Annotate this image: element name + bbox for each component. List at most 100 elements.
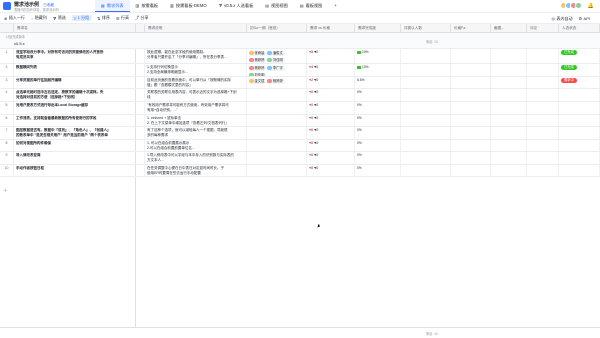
toolbar-button-0[interactable]: ⊕ 插入一行 — [4, 15, 25, 21]
table-row[interactable]: 9 导入修改表变库 1.导入修改表中可以字经与本中存入的识别数与实际表的 方文本人..… — [0, 152, 600, 165]
cell-progress[interactable]: 0% — [355, 89, 401, 101]
bell-icon[interactable]: 🔔 — [588, 3, 594, 9]
cell-empty[interactable] — [527, 77, 559, 88]
cell-progress[interactable]: 0% — [355, 102, 401, 114]
cell-progress[interactable]: 0% — [355, 152, 401, 164]
cell-people[interactable] — [247, 115, 307, 126]
cell-votes[interactable]: ♥4 ♥0 — [307, 64, 355, 76]
cell-status[interactable] — [559, 89, 600, 101]
cell-description[interactable]: 关联表的关联引用表内容，可表示近的文字为选择格+下划线 — [145, 89, 247, 101]
cell-votes[interactable]: ♥0 ♥0 — [307, 127, 355, 139]
cell-votes[interactable]: ♥0 ♥0 — [307, 89, 355, 101]
cell-progress[interactable]: 6.6% — [355, 77, 401, 88]
cell-name[interactable]: 工作流表。支持就查看最新数据的所有使用行的字段 — [14, 115, 145, 126]
cell-people[interactable]: 张雨晨 潘俊文 杨婷婷 刘佳明 — [247, 49, 307, 63]
cell-empty[interactable] — [401, 140, 451, 151]
cell-votes[interactable]: ♥5 ♥0 — [307, 49, 355, 63]
cell-empty[interactable] — [451, 140, 491, 151]
column-header-8[interactable]: 评论 — [527, 24, 559, 33]
cell-empty[interactable] — [451, 89, 491, 101]
cell-votes[interactable]: ♥0 ♥0 — [307, 165, 355, 176]
cell-empty[interactable] — [527, 102, 559, 114]
column-header-9[interactable]: 人选状态 — [559, 24, 600, 33]
cell-votes[interactable]: ♥0 ♥0 — [307, 140, 355, 151]
cell-empty[interactable] — [401, 152, 451, 164]
table-row[interactable]: 4 点选单元格时选中左右选定，按数字的编辑十次或样。失 对选择对目前的方便（选择格+… — [0, 89, 600, 102]
cell-empty[interactable] — [451, 49, 491, 63]
cell-progress[interactable]: 0% — [355, 115, 401, 126]
cell-empty[interactable] — [527, 89, 559, 101]
cell-progress[interactable]: 0% — [355, 140, 401, 151]
cell-empty[interactable] — [451, 115, 491, 126]
cell-empty[interactable] — [401, 115, 451, 126]
cell-status[interactable] — [559, 102, 600, 114]
column-header-0[interactable]: 需求名 — [14, 24, 145, 33]
add-row-button[interactable]: + — [4, 188, 7, 194]
cell-description[interactable]: 1. ctrl/cmd + 鼠标单击 2. 在上下文菜单中增加选项『查看左列/文档… — [145, 115, 247, 126]
cell-empty[interactable] — [527, 165, 559, 176]
person-tag[interactable]: 刘佳明 — [249, 72, 267, 76]
cell-status[interactable] — [559, 127, 600, 139]
person-tag[interactable]: 李广宇 — [267, 65, 285, 71]
toolbar-button-4[interactable]: ⇅ 排序 — [97, 15, 110, 21]
cell-people[interactable] — [247, 89, 307, 101]
cell-votes[interactable]: ♥0 ♥0 — [307, 115, 355, 126]
cell-empty[interactable] — [401, 89, 451, 101]
cell-empty[interactable] — [491, 77, 527, 88]
cell-people[interactable]: 杨婷婷 李广宇 刘佳明 — [247, 64, 307, 76]
toolbar-button-6[interactable]: ⤴ 分享 — [135, 15, 149, 21]
cell-description[interactable]: 1.导入修改表中可以字经与本中存入的识别数与实际表的 方文本人... — [145, 152, 247, 164]
cell-name[interactable]: 图层数据是否有。数据中『成员』、『角色人』、『创建人』 的数表单中 "是发去相关用… — [14, 127, 145, 139]
person-tag[interactable]: 杨婷婷 — [267, 78, 285, 84]
tab-5[interactable]: ▤ 看板视图 — [294, 0, 329, 12]
cell-empty[interactable] — [401, 77, 451, 88]
person-tag[interactable]: 潘俊文 — [267, 50, 285, 56]
toolbar-button-1[interactable]: ◌ 隐藏列 — [31, 15, 47, 21]
cell-empty[interactable] — [527, 152, 559, 164]
cell-votes[interactable]: ♥2 ♥0 — [307, 77, 355, 88]
cell-empty[interactable] — [491, 102, 527, 114]
column-header-4[interactable]: 需求完成度 — [355, 24, 401, 33]
cell-empty[interactable] — [401, 165, 451, 176]
table-row[interactable]: 7 图层数据是否有。数据中『成员』、『角色人』、『创建人』 的数表单中 "是发去相关… — [0, 127, 600, 140]
column-header-6[interactable]: 价格Fa — [451, 24, 491, 33]
tab-1[interactable]: ▥ 按需看板 — [130, 0, 165, 12]
cell-description[interactable]: "有效用户需求将可能有方式使用，有效用户需求将可 有用+自动识别。..." — [145, 102, 247, 114]
cell-empty[interactable] — [451, 127, 491, 139]
cell-empty[interactable] — [401, 49, 451, 63]
cell-description[interactable]: 目前此页面的查看页面中，可以单行从「按默情的实际 值」跟「查看模式里的内容」 — [145, 77, 247, 88]
cell-people[interactable] — [247, 102, 307, 114]
toolbar-right-button-0[interactable]: ◎ 表内自动 — [551, 16, 572, 22]
cell-description[interactable]: 在任务调整中心便在日中表日对定如时间时长。子 使用ER时要周在些去运行手动配置 — [145, 165, 247, 176]
cell-empty[interactable] — [527, 127, 559, 139]
table-row[interactable]: 5 对用户要表方式进行导出本Local Storage缓存 "有效用户需求将可能有方… — [0, 102, 600, 115]
table-row[interactable]: 2 数据横向列表 1.支持行列切换显示 2.支持全局横排明细显示... 杨婷婷 李广宇 刘佳… — [0, 64, 600, 77]
person-tag[interactable]: 杨婷婷 — [249, 65, 267, 71]
cell-people[interactable] — [247, 140, 307, 151]
cell-status[interactable] — [559, 152, 600, 164]
cell-empty[interactable] — [451, 165, 491, 176]
cell-empty[interactable] — [451, 152, 491, 164]
cell-empty[interactable] — [401, 102, 451, 114]
cell-empty[interactable] — [491, 115, 527, 126]
column-header-5[interactable]: 评委认人数 — [401, 24, 451, 33]
toolbar-button-5[interactable]: ☰ 行高 — [116, 15, 129, 21]
collaborator-avatars[interactable]: 🔔 — [559, 2, 594, 9]
cell-name[interactable]: 对用户要表方式进行导出本Local Storage缓存 — [14, 102, 145, 114]
cell-description[interactable]: 有了这种个选项，就可以减轻每人一个视图，导致很 多的每种需求 — [145, 127, 247, 139]
cell-votes[interactable]: ♥0 ♥0 — [307, 102, 355, 114]
cell-status[interactable]: 已完成 — [559, 64, 600, 76]
cell-empty[interactable] — [451, 64, 491, 76]
column-header-3[interactable]: 需求 vs 价格 — [307, 24, 355, 33]
toolbar-button-3[interactable]: ≡ 1 分组 — [71, 15, 92, 21]
table-row[interactable]: 1 流至字段改分享中。对所有可访问的页面修改的人开放所 有成员共享 按此逻辑，能在此至… — [0, 49, 600, 64]
select-all-checkbox[interactable] — [0, 24, 14, 33]
cell-people[interactable] — [247, 165, 307, 176]
cell-empty[interactable] — [491, 49, 527, 63]
tab-4[interactable]: ▤ 视图视图 — [259, 0, 294, 12]
tab-2[interactable]: ▥ 按需看板-DEMO — [164, 0, 213, 12]
tab-0[interactable]: ▦ 需求列表 — [95, 0, 130, 12]
cell-progress[interactable]: 0% — [355, 165, 401, 176]
cell-status[interactable] — [559, 115, 600, 126]
cell-people[interactable] — [247, 127, 307, 139]
